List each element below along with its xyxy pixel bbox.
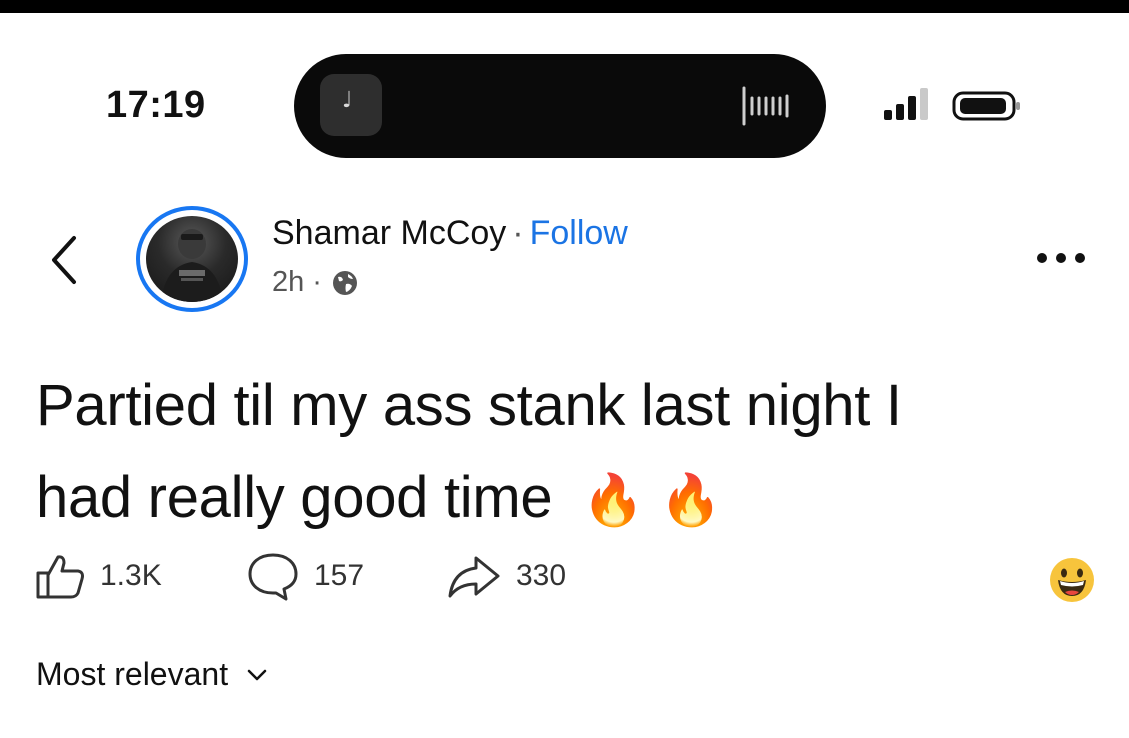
post-time[interactable]: 2h	[272, 266, 304, 299]
fire-emojis: 🔥 🔥	[582, 471, 722, 529]
top-black-bar	[0, 0, 1129, 13]
cellular-signal-icon	[884, 88, 928, 120]
author-name[interactable]: Shamar McCoy	[272, 214, 506, 252]
share-count: 330	[516, 559, 567, 592]
post-text-line-1: Partied til my ass stank last night I	[36, 373, 902, 438]
music-note-icon: ♩	[320, 74, 382, 136]
more-options-icon[interactable]	[1034, 248, 1088, 268]
waveform-icon	[742, 86, 789, 126]
post-text: Partied til my ass stank last night I ha…	[36, 360, 1106, 546]
avatar[interactable]	[136, 206, 248, 312]
share-button[interactable]: 330	[446, 552, 566, 600]
share-arrow-icon	[448, 556, 500, 598]
battery-icon	[952, 91, 1020, 121]
dynamic-island[interactable]: ♩	[294, 54, 826, 158]
status-time: 17:19	[106, 84, 206, 126]
comment-button[interactable]: 157	[246, 552, 365, 601]
post-meta: 2h ·	[272, 266, 360, 299]
comment-sort-dropdown[interactable]: Most relevant	[36, 656, 268, 693]
avatar-photo	[146, 216, 238, 302]
chevron-down-icon	[247, 669, 267, 680]
thumbs-up-icon	[36, 555, 84, 599]
like-button[interactable]: 1.3K	[34, 552, 162, 600]
comment-icon	[248, 553, 298, 601]
meta-separator: ·	[312, 266, 322, 298]
back-arrow-icon[interactable]	[44, 232, 84, 288]
author-line: Shamar McCoy · Follow	[272, 214, 628, 253]
like-count: 1.3K	[100, 559, 162, 592]
follow-button[interactable]: Follow	[530, 214, 628, 252]
author-separator: ·	[512, 214, 524, 252]
post-text-line-2: had really good time 🔥 🔥	[36, 452, 1106, 546]
globe-icon	[332, 270, 357, 295]
post-text-line-2-text: had really good time	[36, 465, 553, 530]
grinning-face-icon[interactable]	[1048, 556, 1096, 604]
comment-count: 157	[314, 559, 365, 592]
sort-label: Most relevant	[36, 656, 229, 692]
